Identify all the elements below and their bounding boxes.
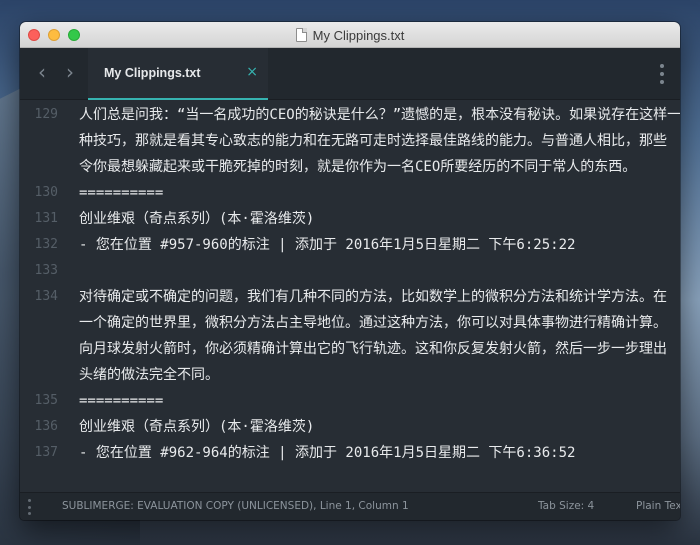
line-content: ==========	[64, 388, 664, 414]
line-content: 人们总是问我：“当一名成功的CEO的秘诀是什么？”遗憾的是，根本没有秘诀。如果说…	[64, 102, 680, 180]
text-editor[interactable]: 129 人们总是问我：“当一名成功的CEO的秘诀是什么？”遗憾的是，根本没有秘诀。…	[20, 100, 680, 492]
line-text-row	[79, 258, 664, 284]
line-text-row: 创业维艰（奇点系列）(本·霍洛维茨)	[79, 419, 315, 435]
line-number: 133	[34, 263, 58, 278]
line-content: 对待确定或不确定的问题，我们有几种不同的方法，比如数学上的微积分方法和统计学方法…	[64, 284, 667, 388]
code-line[interactable]: 131 创业维艰（奇点系列）(本·霍洛维茨)	[20, 206, 680, 232]
document-icon	[295, 28, 307, 42]
tab-bar: ‹ › My Clippings.txt ×	[20, 48, 680, 100]
line-text-row: 对待确定或不确定的问题，我们有几种不同的方法，比如数学上的微积分方法和统计学方法…	[79, 289, 667, 305]
line-text-row: 创业维艰（奇点系列）(本·霍洛维茨)	[79, 211, 315, 227]
code-line[interactable]: 133	[20, 258, 680, 284]
line-content: - 您在位置 #957-960的标注 | 添加于 2016年1月5日星期二 下午…	[64, 232, 664, 258]
status-message: SUBLIMERGE: EVALUATION COPY (UNLICENSED)…	[62, 500, 409, 512]
dot	[660, 80, 664, 84]
code-line[interactable]: 130 ==========	[20, 180, 680, 206]
tab-size-selector[interactable]: Tab Size: 4	[538, 500, 594, 512]
line-content: - 您在位置 #962-964的标注 | 添加于 2016年1月5日星期二 下午…	[64, 440, 664, 466]
line-number: 137	[34, 445, 58, 460]
code-line[interactable]: 134 对待确定或不确定的问题，我们有几种不同的方法，比如数学上的微积分方法和统计…	[20, 284, 680, 388]
line-content	[64, 258, 664, 284]
editor-window: My Clippings.txt ‹ › My Clippings.txt × …	[20, 22, 680, 520]
line-content: 创业维艰（奇点系列）(本·霍洛维茨)	[64, 414, 664, 440]
line-number: 135	[34, 393, 58, 408]
syntax-selector[interactable]: Plain Text	[636, 500, 680, 512]
status-bar: SUBLIMERGE: EVALUATION COPY (UNLICENSED)…	[20, 492, 680, 520]
line-content: ==========	[64, 180, 664, 206]
line-text-row: 一个确定的世界里，微积分方法占主导地位。通过这种方法，你可以对具体事物进行精确计…	[79, 315, 667, 331]
code-line[interactable]: 137 - 您在位置 #962-964的标注 | 添加于 2016年1月5日星期二…	[20, 440, 680, 466]
dot	[660, 64, 664, 68]
status-grip-icon[interactable]	[28, 499, 31, 515]
line-text-row: 人们总是问我：“当一名成功的CEO的秘诀是什么？”遗憾的是，根本没有秘诀。如果说…	[79, 107, 680, 123]
code-line[interactable]: 135 ==========	[20, 388, 680, 414]
line-text-row: 种技巧，那就是看其专心致志的能力和在无路可走时选择最佳路线的能力。与普通人相比，…	[79, 133, 667, 149]
line-text-row: 令你最想躲藏起来或干脆死掉的时刻，就是你作为一名CEO所要经历的不同于常人的东西…	[79, 159, 637, 175]
dot	[28, 499, 31, 502]
line-text-row: 头绪的做法完全不同。	[79, 367, 219, 383]
line-text-row: 向月球发射火箭时，你必须精确计算出它的飞行轨迹。这和你反复发射火箭，然后一步一步…	[79, 341, 667, 357]
code-line[interactable]: 136 创业维艰（奇点系列）(本·霍洛维茨)	[20, 414, 680, 440]
tab-close-icon[interactable]: ×	[246, 64, 258, 80]
line-number: 132	[34, 237, 58, 252]
line-number: 129	[34, 107, 58, 122]
code-line[interactable]: 129 人们总是问我：“当一名成功的CEO的秘诀是什么？”遗憾的是，根本没有秘诀。…	[20, 102, 680, 180]
line-number: 131	[34, 211, 58, 226]
line-number: 130	[34, 185, 58, 200]
window-title: My Clippings.txt	[312, 27, 405, 43]
line-number: 134	[34, 289, 58, 304]
line-text-row: ==========	[79, 393, 164, 409]
line-text-row: - 您在位置 #962-964的标注 | 添加于 2016年1月5日星期二 下午…	[79, 445, 576, 461]
forward-arrow-icon[interactable]: ›	[66, 62, 74, 82]
code-line[interactable]: 132 - 您在位置 #957-960的标注 | 添加于 2016年1月5日星期二…	[20, 232, 680, 258]
window-title-group: My Clippings.txt	[20, 22, 680, 48]
back-arrow-icon[interactable]: ‹	[38, 62, 46, 82]
title-bar[interactable]: My Clippings.txt	[20, 22, 680, 48]
line-content: 创业维艰（奇点系列）(本·霍洛维茨)	[64, 206, 664, 232]
tab-my-clippings[interactable]: My Clippings.txt ×	[88, 48, 268, 100]
tab-label: My Clippings.txt	[104, 66, 201, 80]
dot	[28, 505, 31, 509]
line-text-row: ==========	[79, 185, 164, 201]
line-number: 136	[34, 419, 58, 434]
more-options-icon[interactable]	[660, 64, 664, 84]
dot	[28, 512, 31, 515]
dot	[660, 72, 664, 76]
line-text-row: - 您在位置 #957-960的标注 | 添加于 2016年1月5日星期二 下午…	[79, 237, 576, 253]
